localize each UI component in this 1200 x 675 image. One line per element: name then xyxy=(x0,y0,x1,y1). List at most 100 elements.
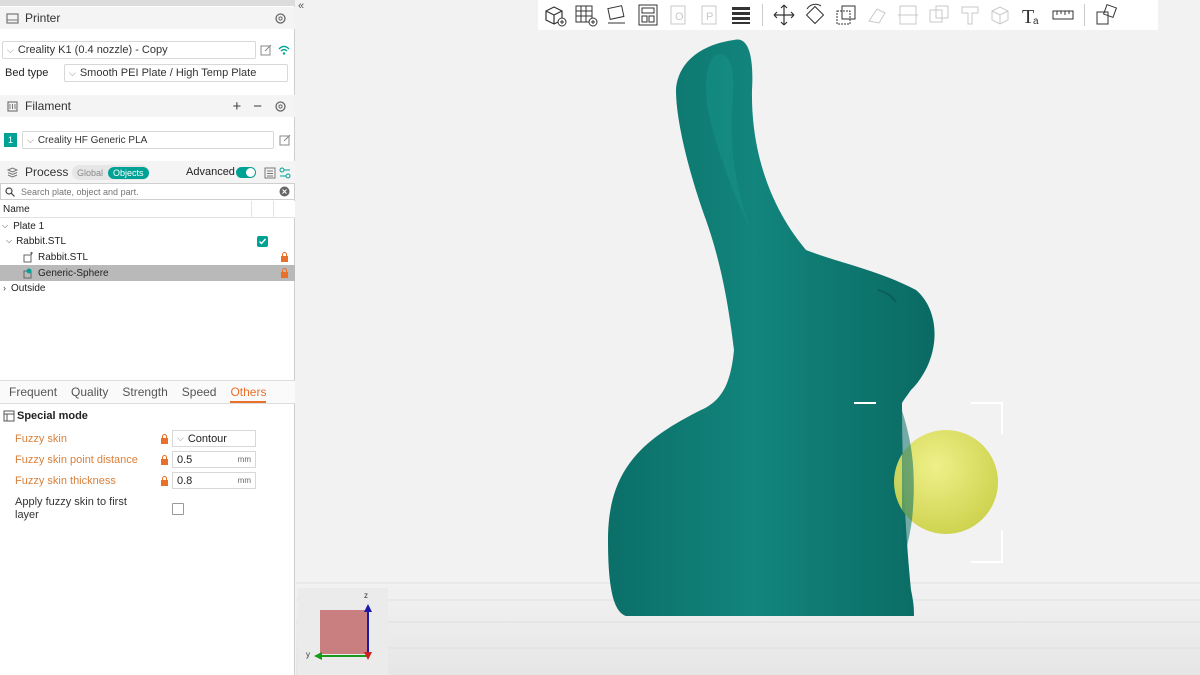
auto-orient-icon[interactable] xyxy=(604,2,630,28)
seam-paint-icon[interactable] xyxy=(988,2,1014,28)
special-mode-icon xyxy=(3,410,15,422)
modifier-icon xyxy=(23,268,32,278)
sidebar-top-strip xyxy=(0,0,295,6)
process-icon xyxy=(6,166,19,178)
boolean-icon[interactable] xyxy=(926,2,952,28)
fuzzy-first-layer-label-line2: layer xyxy=(15,509,39,521)
main-toolbar: O P Ta xyxy=(538,0,1158,30)
toolbar-separator xyxy=(762,4,763,26)
tree-row-object[interactable]: ⌵ Rabbit.STL xyxy=(0,233,295,249)
process-header-label: Process xyxy=(25,165,69,179)
fuzzy-first-layer-checkbox[interactable] xyxy=(172,503,184,515)
filament-preset-value: Creality HF Generic PLA xyxy=(37,134,148,146)
tree-row-plate[interactable]: ⌵ Plate 1 xyxy=(0,218,295,234)
scale-icon[interactable] xyxy=(833,2,859,28)
printer-icon xyxy=(6,12,19,24)
advanced-switch[interactable] xyxy=(236,167,256,178)
axes-gizmo-drawing xyxy=(314,604,372,660)
part-icon xyxy=(23,251,33,262)
chevron-down-icon[interactable]: ⌵ xyxy=(2,221,8,231)
y-axis-arrow xyxy=(314,652,322,660)
tab-quality[interactable]: Quality xyxy=(71,382,108,403)
object-label: Rabbit.STL xyxy=(16,235,67,247)
fuzzy-skin-select[interactable]: ⌵ Contour xyxy=(172,430,256,447)
lock-icon[interactable] xyxy=(160,434,169,444)
filament-settings-gear-icon[interactable] xyxy=(274,100,287,113)
thickness-unit: mm xyxy=(237,476,251,485)
printer-preset-value: Creality K1 (0.4 nozzle) - Copy xyxy=(17,44,168,56)
filament-slot-badge[interactable]: 1 xyxy=(4,133,17,147)
part-label: Rabbit.STL xyxy=(38,251,89,263)
tab-strength[interactable]: Strength xyxy=(122,382,167,403)
fuzzy-skin-value: Contour xyxy=(187,432,227,445)
process-compare-icon[interactable] xyxy=(279,167,291,179)
tree-row-part[interactable]: Rabbit.STL xyxy=(0,249,295,265)
object-search-bar xyxy=(0,183,295,200)
chevron-down-icon: ⌵ xyxy=(69,67,76,78)
collapse-sidebar-icon[interactable]: « xyxy=(298,0,312,14)
chevron-down-icon: ⌵ xyxy=(7,44,14,55)
layers-icon[interactable] xyxy=(728,2,754,28)
text-tool-icon[interactable]: Ta xyxy=(1019,2,1045,28)
toggle-objects[interactable]: Objects xyxy=(108,166,149,179)
tab-others[interactable]: Others xyxy=(230,382,267,403)
add-plate-icon[interactable] xyxy=(573,2,599,28)
fuzzy-skin-point-distance-input[interactable]: 0.5 mm xyxy=(172,451,256,468)
scene-canvas[interactable] xyxy=(296,0,1200,675)
assembly-view-icon[interactable] xyxy=(1093,2,1119,28)
lock-icon xyxy=(281,252,288,262)
toggle-global[interactable]: Global xyxy=(72,167,108,179)
advanced-label: Advanced xyxy=(186,166,235,178)
add-filament-button[interactable]: + xyxy=(232,98,241,115)
printer-settings-gear-icon[interactable] xyxy=(274,12,287,25)
lay-on-face-icon[interactable] xyxy=(864,2,890,28)
measure-icon[interactable] xyxy=(1050,2,1076,28)
clear-search-icon[interactable] xyxy=(279,186,290,197)
filament-preset-select[interactable]: ⌵ Creality HF Generic PLA xyxy=(22,131,274,149)
fuzzy-skin-thickness-input[interactable]: 0.8 mm xyxy=(172,472,256,489)
move-icon[interactable] xyxy=(771,2,797,28)
rotate-icon[interactable] xyxy=(802,2,828,28)
bed-type-select[interactable]: ⌵ Smooth PEI Plate / High Temp Plate xyxy=(64,64,288,82)
object-tree-header: Name xyxy=(0,201,295,218)
y-axis-label: y xyxy=(306,650,310,659)
wifi-icon[interactable] xyxy=(278,44,290,56)
tab-speed[interactable]: Speed xyxy=(182,382,217,403)
filament-header-label: Filament xyxy=(25,99,72,113)
printer-preset-select[interactable]: ⌵ Creality K1 (0.4 nozzle) - Copy xyxy=(2,41,256,59)
point-distance-unit: mm xyxy=(237,455,251,464)
tree-row-modifier[interactable]: Generic-Sphere xyxy=(0,265,295,281)
printer-header-label: Printer xyxy=(25,11,61,25)
edit-printer-icon[interactable] xyxy=(260,44,272,56)
printer-section-header[interactable]: Printer xyxy=(0,7,295,29)
split-parts-icon[interactable]: P xyxy=(697,2,723,28)
chevron-down-icon[interactable]: ⌵ xyxy=(6,236,12,246)
svg-text:a: a xyxy=(1033,16,1039,27)
plate-label: Plate 1 xyxy=(13,220,45,232)
global-objects-toggle[interactable]: Global Objects xyxy=(72,165,149,180)
lock-icon[interactable] xyxy=(160,455,169,465)
fuzzy-skin-point-distance-label: Fuzzy skin point distance xyxy=(15,454,138,466)
bed-type-label: Bed type xyxy=(5,67,49,79)
lock-icon[interactable] xyxy=(160,476,169,486)
thickness-value: 0.8 xyxy=(177,474,193,487)
edit-filament-icon[interactable] xyxy=(279,134,291,146)
filament-section-header[interactable]: Filament + − xyxy=(0,95,295,117)
name-column-header[interactable]: Name xyxy=(3,204,30,215)
remove-filament-button[interactable]: − xyxy=(253,98,262,115)
add-object-icon[interactable] xyxy=(542,2,568,28)
chevron-right-icon[interactable]: › xyxy=(3,283,6,293)
search-icon xyxy=(5,186,15,197)
tab-frequent[interactable]: Frequent xyxy=(9,382,57,403)
arrange-icon[interactable] xyxy=(635,2,661,28)
split-objects-icon[interactable]: O xyxy=(666,2,692,28)
process-list-icon[interactable] xyxy=(264,167,276,179)
3d-viewport[interactable]: « O P Ta z y xyxy=(296,0,1200,675)
support-paint-icon[interactable] xyxy=(957,2,983,28)
settings-sidebar: Printer ⌵ Creality K1 (0.4 nozzle) - Cop… xyxy=(0,0,295,675)
check-icon xyxy=(259,238,267,245)
tree-row-outside[interactable]: › Outside xyxy=(0,280,295,296)
cut-icon[interactable] xyxy=(895,2,921,28)
object-search-input[interactable] xyxy=(19,185,273,198)
object-checkbox[interactable] xyxy=(257,236,268,247)
